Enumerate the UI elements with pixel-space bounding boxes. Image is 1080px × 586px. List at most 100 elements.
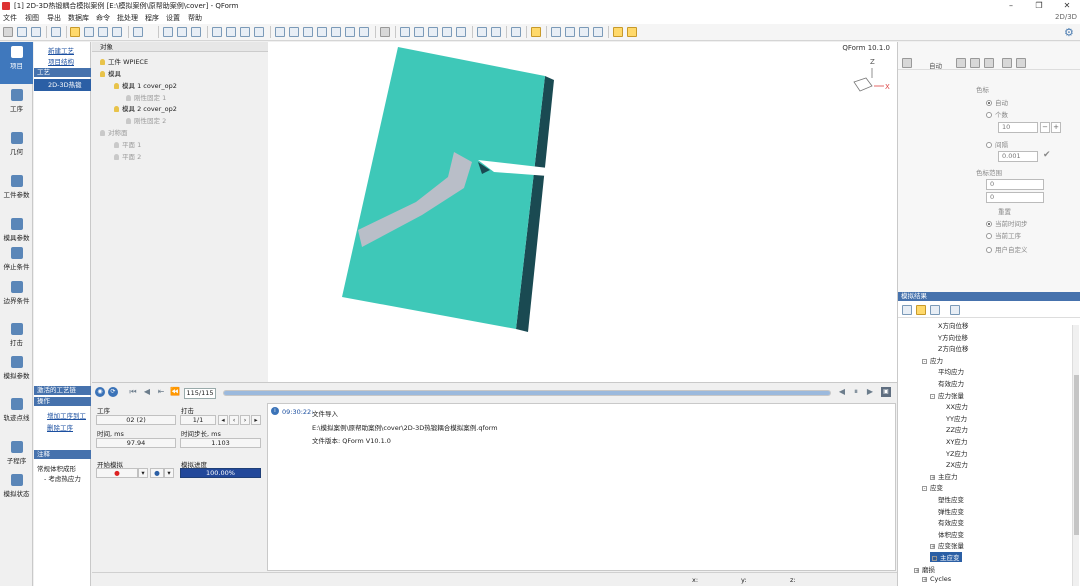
result-item[interactable]: - 应力张量 xyxy=(930,390,964,400)
pan-icon[interactable] xyxy=(212,27,222,37)
decrement-button[interactable]: − xyxy=(1040,122,1050,133)
increment-button[interactable]: + xyxy=(1051,122,1061,133)
reset-view-icon[interactable] xyxy=(275,27,285,37)
capture-icon[interactable] xyxy=(551,27,561,37)
ruler-icon[interactable] xyxy=(477,27,487,37)
tree-node-tools[interactable]: 模具 xyxy=(100,68,121,78)
menu-settings[interactable]: 设置 xyxy=(166,13,180,23)
results-scrollbar[interactable] xyxy=(1072,325,1079,586)
maximize-icon[interactable]: ❐ xyxy=(1028,0,1050,12)
tree-node-tool-1[interactable]: 模具 1 cover_op2 xyxy=(114,80,177,90)
play-cycle-icon[interactable]: ◉ xyxy=(95,387,105,397)
new-process-link[interactable]: 新建工艺 xyxy=(48,45,74,55)
menu-file[interactable]: 文件 xyxy=(3,13,17,23)
add-operation-link[interactable]: 增加工序到工 xyxy=(47,410,86,420)
tree-node-tool-2[interactable]: 模具 2 cover_op2 xyxy=(114,103,177,113)
scroll-thumb[interactable] xyxy=(1074,375,1079,535)
tree-node-plane-2[interactable]: 平面 2 xyxy=(114,151,141,161)
visibility-bulb-icon[interactable] xyxy=(114,83,119,89)
sync-icon[interactable] xyxy=(289,27,299,37)
result-item[interactable]: + 主应力 xyxy=(930,471,958,481)
user-defined-radio[interactable]: 用户自定义 xyxy=(986,244,1028,254)
stop-sim-button[interactable]: ● xyxy=(150,468,164,478)
expand-toggle-icon[interactable]: + xyxy=(914,567,919,573)
monitor-icon[interactable] xyxy=(133,27,143,37)
capture2-icon[interactable] xyxy=(565,27,575,37)
result-item[interactable]: 平均应力 xyxy=(938,366,964,376)
blow-last-button[interactable]: ▸ xyxy=(251,415,261,425)
blow-next-button[interactable]: › xyxy=(240,415,250,425)
prev-frame-icon[interactable]: ◀ xyxy=(142,387,152,397)
cylinder-icon[interactable] xyxy=(331,27,341,37)
cut-plane-icon[interactable] xyxy=(345,27,355,37)
label-icon[interactable] xyxy=(456,27,466,37)
results-table-icon[interactable] xyxy=(930,305,940,315)
count-radio[interactable]: 个数 xyxy=(986,109,1008,119)
nav-simparam[interactable]: 模拟参数 xyxy=(0,352,33,394)
settings-gear-icon[interactable]: ⚙ xyxy=(1064,26,1074,39)
start-sim-button[interactable]: ● xyxy=(96,468,138,478)
legend-icon[interactable] xyxy=(1002,58,1012,68)
auto-radio[interactable]: 自动 xyxy=(986,97,1008,107)
visibility-bulb-icon[interactable] xyxy=(100,130,105,136)
mesh-icon[interactable] xyxy=(303,27,313,37)
result-item[interactable]: XX应力 xyxy=(946,401,968,411)
view-front-icon[interactable] xyxy=(84,27,94,37)
zoom-in-icon[interactable] xyxy=(177,27,187,37)
expand-toggle-icon[interactable]: + xyxy=(932,556,937,562)
prev-step-icon[interactable]: ⏪ xyxy=(170,387,180,397)
expand-toggle-icon[interactable]: - xyxy=(930,393,935,399)
delete-operation-link[interactable]: 删除工序 xyxy=(47,422,73,432)
minimize-icon[interactable]: – xyxy=(1000,0,1022,12)
result-item[interactable]: Y方向位移 xyxy=(938,332,968,342)
open-file-icon[interactable] xyxy=(17,27,27,37)
3d-viewport[interactable]: QForm 10.1.0 Z X xyxy=(268,42,897,382)
first-frame-icon[interactable]: ⏮ xyxy=(128,387,138,397)
reset-scale-icon[interactable] xyxy=(970,58,980,68)
result-item[interactable]: 有效应变 xyxy=(938,517,964,527)
selected-process-item[interactable]: 2D-3D热锻 xyxy=(34,79,91,91)
wire-icon[interactable] xyxy=(428,27,438,37)
blow-prev-button[interactable]: ‹ xyxy=(229,415,239,425)
new-file-icon[interactable] xyxy=(3,27,13,37)
visibility-bulb-icon[interactable] xyxy=(114,154,119,160)
menu-command[interactable]: 命令 xyxy=(96,13,110,23)
menu-export[interactable]: 导出 xyxy=(47,13,61,23)
range-min-input[interactable]: 0 xyxy=(986,179,1044,190)
step-counter[interactable]: 115/115 xyxy=(184,388,216,399)
save-icon[interactable] xyxy=(31,27,41,37)
current-operation-radio[interactable]: 当前工序 xyxy=(986,230,1021,240)
result-item[interactable]: + 主应变 xyxy=(930,552,962,562)
sync-cycle-icon[interactable]: ⟳ xyxy=(108,387,118,397)
result-item[interactable]: + 磨损 xyxy=(914,564,935,574)
view-top-icon[interactable] xyxy=(112,27,122,37)
reset-link[interactable]: 重置 xyxy=(998,206,1011,216)
result-item[interactable]: 有效应力 xyxy=(938,378,964,388)
section-icon[interactable] xyxy=(359,27,369,37)
results-brush-icon[interactable] xyxy=(950,305,960,315)
save-frame-icon[interactable]: ▣ xyxy=(881,387,891,397)
interval-input[interactable]: 0.001 xyxy=(998,151,1038,162)
range-max-input[interactable]: 0 xyxy=(986,192,1044,203)
results-list-icon[interactable] xyxy=(902,305,912,315)
iso-view-icon[interactable] xyxy=(400,27,410,37)
current-step-radio[interactable]: 当前时间步 xyxy=(986,218,1028,228)
palette-icon[interactable] xyxy=(902,58,912,68)
export-image-icon[interactable] xyxy=(593,27,603,37)
highlight-icon[interactable] xyxy=(531,27,541,37)
visibility-bulb-icon[interactable] xyxy=(114,106,119,112)
count-input[interactable]: 10 xyxy=(998,122,1038,133)
result-item[interactable]: + Cycles xyxy=(922,575,951,583)
menu-database[interactable]: 数据库 xyxy=(68,13,89,23)
cube-icon[interactable] xyxy=(317,27,327,37)
tree-node-plane-1[interactable]: 平面 1 xyxy=(114,139,141,149)
interval-radio[interactable]: 间隔 xyxy=(986,139,1008,149)
result-item[interactable]: ZX应力 xyxy=(946,459,968,469)
tree-node-fix-2[interactable]: 刚性固定 2 xyxy=(126,115,166,125)
result-item[interactable]: Z方向位移 xyxy=(938,343,968,353)
graph-icon[interactable] xyxy=(511,27,521,37)
play-icon[interactable]: ▶ xyxy=(865,387,875,397)
light-icon[interactable] xyxy=(254,27,264,37)
result-item[interactable]: - 应变 xyxy=(922,482,943,492)
blow-first-button[interactable]: ◂ xyxy=(218,415,228,425)
